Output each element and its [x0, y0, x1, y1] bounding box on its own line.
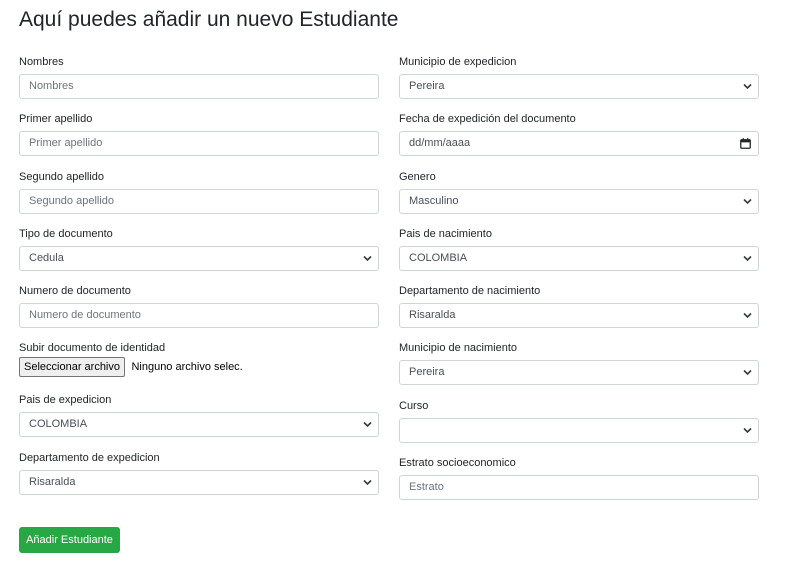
seleccionar-archivo-button[interactable]: Seleccionar archivo: [19, 357, 125, 377]
genero-label: Genero: [399, 171, 436, 183]
segundo-apellido-group: Segundo apellido Segundo apellido: [19, 170, 379, 214]
pais-expedicion-select[interactable]: COLOMBIA: [19, 412, 379, 437]
primer-apellido-group: Primer apellido Primer apellido: [19, 112, 379, 156]
numero-documento-group: Numero de documento Numero de documento: [19, 284, 379, 328]
chevron-down-icon: [743, 427, 752, 434]
nombres-label: Nombres: [19, 56, 64, 68]
municipio-expedicion-select[interactable]: Pereira: [399, 74, 759, 99]
pais-expedicion-group: Pais de expedicion COLOMBIA: [19, 393, 379, 437]
municipio-nacimiento-label: Municipio de nacimiento: [399, 342, 518, 354]
page-title: Aquí puedes añadir un nuevo Estudiante: [19, 8, 399, 31]
fecha-expedicion-input[interactable]: dd/mm/aaaa: [399, 131, 759, 156]
segundo-apellido-input[interactable]: Segundo apellido: [19, 189, 379, 214]
curso-group: Curso: [399, 399, 759, 443]
estrato-input[interactable]: Estrato: [399, 475, 759, 500]
subir-documento-group: Subir documento de identidad Seleccionar…: [19, 341, 379, 377]
pais-nacimiento-label: Pais de nacimiento: [399, 228, 492, 240]
tipo-documento-group: Tipo de documento Cedula: [19, 227, 379, 271]
departamento-nacimiento-label: Departamento de nacimiento: [399, 285, 541, 297]
pais-nacimiento-group: Pais de nacimiento COLOMBIA: [399, 227, 759, 271]
calendar-icon[interactable]: [740, 138, 751, 149]
municipio-expedicion-label: Municipio de expedicion: [399, 56, 517, 68]
numero-documento-input[interactable]: Numero de documento: [19, 303, 379, 328]
fecha-expedicion-label: Fecha de expedición del documento: [399, 113, 576, 125]
departamento-expedicion-value: Risaralda: [29, 476, 76, 488]
departamento-expedicion-select[interactable]: Risaralda: [19, 470, 379, 495]
departamento-nacimiento-select[interactable]: Risaralda: [399, 303, 759, 328]
chevron-down-icon: [363, 479, 372, 486]
municipio-expedicion-value: Pereira: [409, 80, 445, 92]
pais-expedicion-value: COLOMBIA: [29, 418, 88, 430]
chevron-down-icon: [743, 83, 752, 90]
numero-documento-placeholder: Numero de documento: [29, 309, 141, 321]
fecha-expedicion-value: dd/mm/aaaa: [409, 137, 471, 149]
chevron-down-icon: [363, 421, 372, 428]
numero-documento-label: Numero de documento: [19, 285, 131, 297]
pais-nacimiento-select[interactable]: COLOMBIA: [399, 246, 759, 271]
municipio-nacimiento-select[interactable]: Pereira: [399, 360, 759, 385]
subir-documento-label: Subir documento de identidad: [19, 342, 166, 354]
tipo-documento-label: Tipo de documento: [19, 228, 113, 240]
primer-apellido-label: Primer apellido: [19, 113, 93, 125]
tipo-documento-select[interactable]: Cedula: [19, 246, 379, 271]
nombres-placeholder: Nombres: [29, 80, 74, 92]
genero-select[interactable]: Masculino: [399, 189, 759, 214]
anadir-estudiante-button[interactable]: Añadir Estudiante: [19, 527, 120, 553]
chevron-down-icon: [743, 255, 752, 262]
chevron-down-icon: [363, 255, 372, 262]
curso-label: Curso: [399, 400, 429, 412]
genero-group: Genero Masculino: [399, 170, 759, 214]
municipio-nacimiento-group: Municipio de nacimiento Pereira: [399, 341, 759, 385]
chevron-down-icon: [743, 312, 752, 319]
primer-apellido-input[interactable]: Primer apellido: [19, 131, 379, 156]
nombres-input[interactable]: Nombres: [19, 74, 379, 99]
estrato-placeholder: Estrato: [409, 481, 444, 493]
curso-select[interactable]: [399, 418, 759, 443]
municipio-nacimiento-value: Pereira: [409, 366, 445, 378]
nombres-group: Nombres Nombres: [19, 55, 379, 99]
departamento-expedicion-label: Departamento de expedicion: [19, 452, 160, 464]
file-input: Seleccionar archivo Ninguno archivo sele…: [19, 357, 243, 377]
file-status: Ninguno archivo selec.: [131, 361, 243, 373]
departamento-nacimiento-group: Departamento de nacimiento Risaralda: [399, 284, 759, 328]
pais-expedicion-label: Pais de expedicion: [19, 394, 112, 406]
primer-apellido-placeholder: Primer apellido: [29, 137, 103, 149]
genero-value: Masculino: [409, 195, 459, 207]
segundo-apellido-placeholder: Segundo apellido: [29, 195, 115, 207]
chevron-down-icon: [743, 198, 752, 205]
estrato-group: Estrato socioeconomico Estrato: [399, 456, 759, 500]
estrato-label: Estrato socioeconomico: [399, 457, 516, 469]
municipio-expedicion-group: Municipio de expedicion Pereira: [399, 55, 759, 99]
fecha-expedicion-group: Fecha de expedición del documento dd/mm/…: [399, 112, 759, 156]
segundo-apellido-label: Segundo apellido: [19, 171, 105, 183]
pais-nacimiento-value: COLOMBIA: [409, 252, 468, 264]
tipo-documento-value: Cedula: [29, 252, 64, 264]
departamento-expedicion-group: Departamento de expedicion Risaralda: [19, 451, 379, 495]
departamento-nacimiento-value: Risaralda: [409, 309, 456, 321]
chevron-down-icon: [743, 369, 752, 376]
